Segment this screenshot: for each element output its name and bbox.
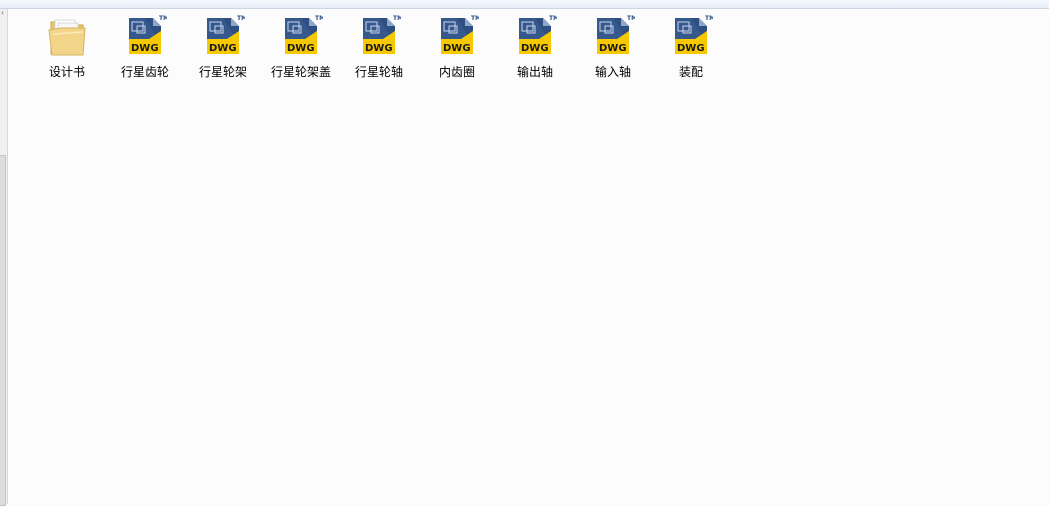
trademark-mark: TM (627, 15, 635, 22)
file-item-folder-design-doc[interactable]: 设计书 (28, 12, 106, 84)
dwg-file-icon: DWG TM (207, 15, 245, 54)
trademark-mark: TM (549, 15, 557, 22)
dwg-badge: DWG (365, 43, 393, 54)
trademark-mark: TM (237, 15, 245, 22)
folder-icon (48, 19, 86, 56)
file-item-dwg[interactable]: DWG TM 输出轴 (496, 12, 574, 84)
dwg-file-icon: DWG TM (129, 15, 167, 54)
dwg-file-icon: DWG TM (285, 15, 323, 54)
file-item-dwg[interactable]: DWG TM 行星轮轴 (340, 12, 418, 84)
navigation-pane-scrollbar[interactable] (0, 155, 6, 506)
file-name: 行星轮架盖 (270, 65, 331, 79)
dwg-file-icon: DWG TM (441, 15, 479, 54)
file-list: 设计书 DWG TM 行星齿轮 DWG TM 行星轮架 DWG TM 行星轮架盖… (28, 12, 730, 84)
file-item-dwg[interactable]: DWG TM 输入轴 (574, 12, 652, 84)
dwg-badge: DWG (131, 43, 159, 54)
file-item-dwg[interactable]: DWG TM 内齿圈 (418, 12, 496, 84)
dwg-file-icon: DWG TM (519, 15, 557, 54)
trademark-mark: TM (705, 15, 713, 22)
file-name: 行星齿轮 (120, 65, 169, 79)
file-name: 输入轴 (594, 65, 631, 79)
trademark-mark: TM (315, 15, 323, 22)
dwg-badge: DWG (599, 43, 627, 54)
file-name: 设计书 (48, 65, 85, 79)
dwg-badge: DWG (287, 43, 315, 54)
file-name: 内齿圈 (438, 65, 475, 79)
file-name: 装配 (678, 65, 703, 79)
dwg-file-icon: DWG TM (675, 15, 713, 54)
dwg-badge: DWG (677, 43, 705, 54)
file-name: 行星轮轴 (354, 65, 403, 79)
file-name: 输出轴 (516, 65, 553, 79)
file-item-dwg[interactable]: DWG TM 装配 (652, 12, 730, 84)
file-item-dwg[interactable]: DWG TM 行星轮架盖 (262, 12, 340, 84)
dwg-badge: DWG (209, 43, 237, 54)
file-name: 行星轮架 (198, 65, 247, 79)
dwg-file-icon: DWG TM (363, 15, 401, 54)
dwg-badge: DWG (521, 43, 549, 54)
scroll-up-arrow-icon[interactable]: › (0, 9, 5, 17)
dwg-badge: DWG (443, 43, 471, 54)
trademark-mark: TM (393, 15, 401, 22)
trademark-mark: TM (471, 15, 479, 22)
file-item-dwg[interactable]: DWG TM 行星齿轮 (106, 12, 184, 84)
trademark-mark: TM (159, 15, 167, 22)
window-top-edge (0, 0, 1049, 9)
dwg-file-icon: DWG TM (597, 15, 635, 54)
file-item-dwg[interactable]: DWG TM 行星轮架 (184, 12, 262, 84)
